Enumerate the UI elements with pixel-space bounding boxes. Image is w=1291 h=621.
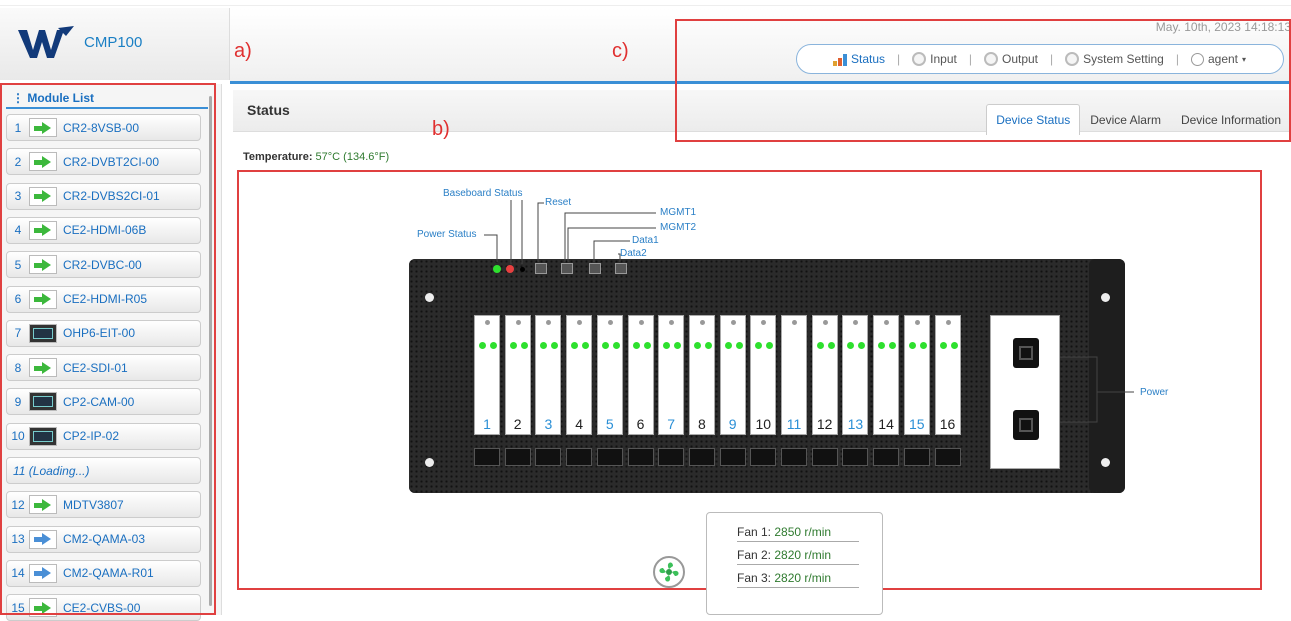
fan-row: Fan 2: 2820 r/min xyxy=(737,548,859,565)
annotation-box-c xyxy=(675,19,1291,142)
annotation-label-b: b) xyxy=(432,118,450,140)
annotation-box-a xyxy=(0,83,216,615)
fan-status-panel: Fan 1: 2850 r/min Fan 2: 2820 r/min Fan … xyxy=(706,512,883,615)
fan-icon xyxy=(653,556,685,588)
annotation-label-a: a) xyxy=(234,40,252,62)
fan-row: Fan 1: 2850 r/min xyxy=(737,525,859,542)
annotation-label-c: c) xyxy=(612,40,629,62)
fan-row: Fan 3: 2820 r/min xyxy=(737,571,859,588)
